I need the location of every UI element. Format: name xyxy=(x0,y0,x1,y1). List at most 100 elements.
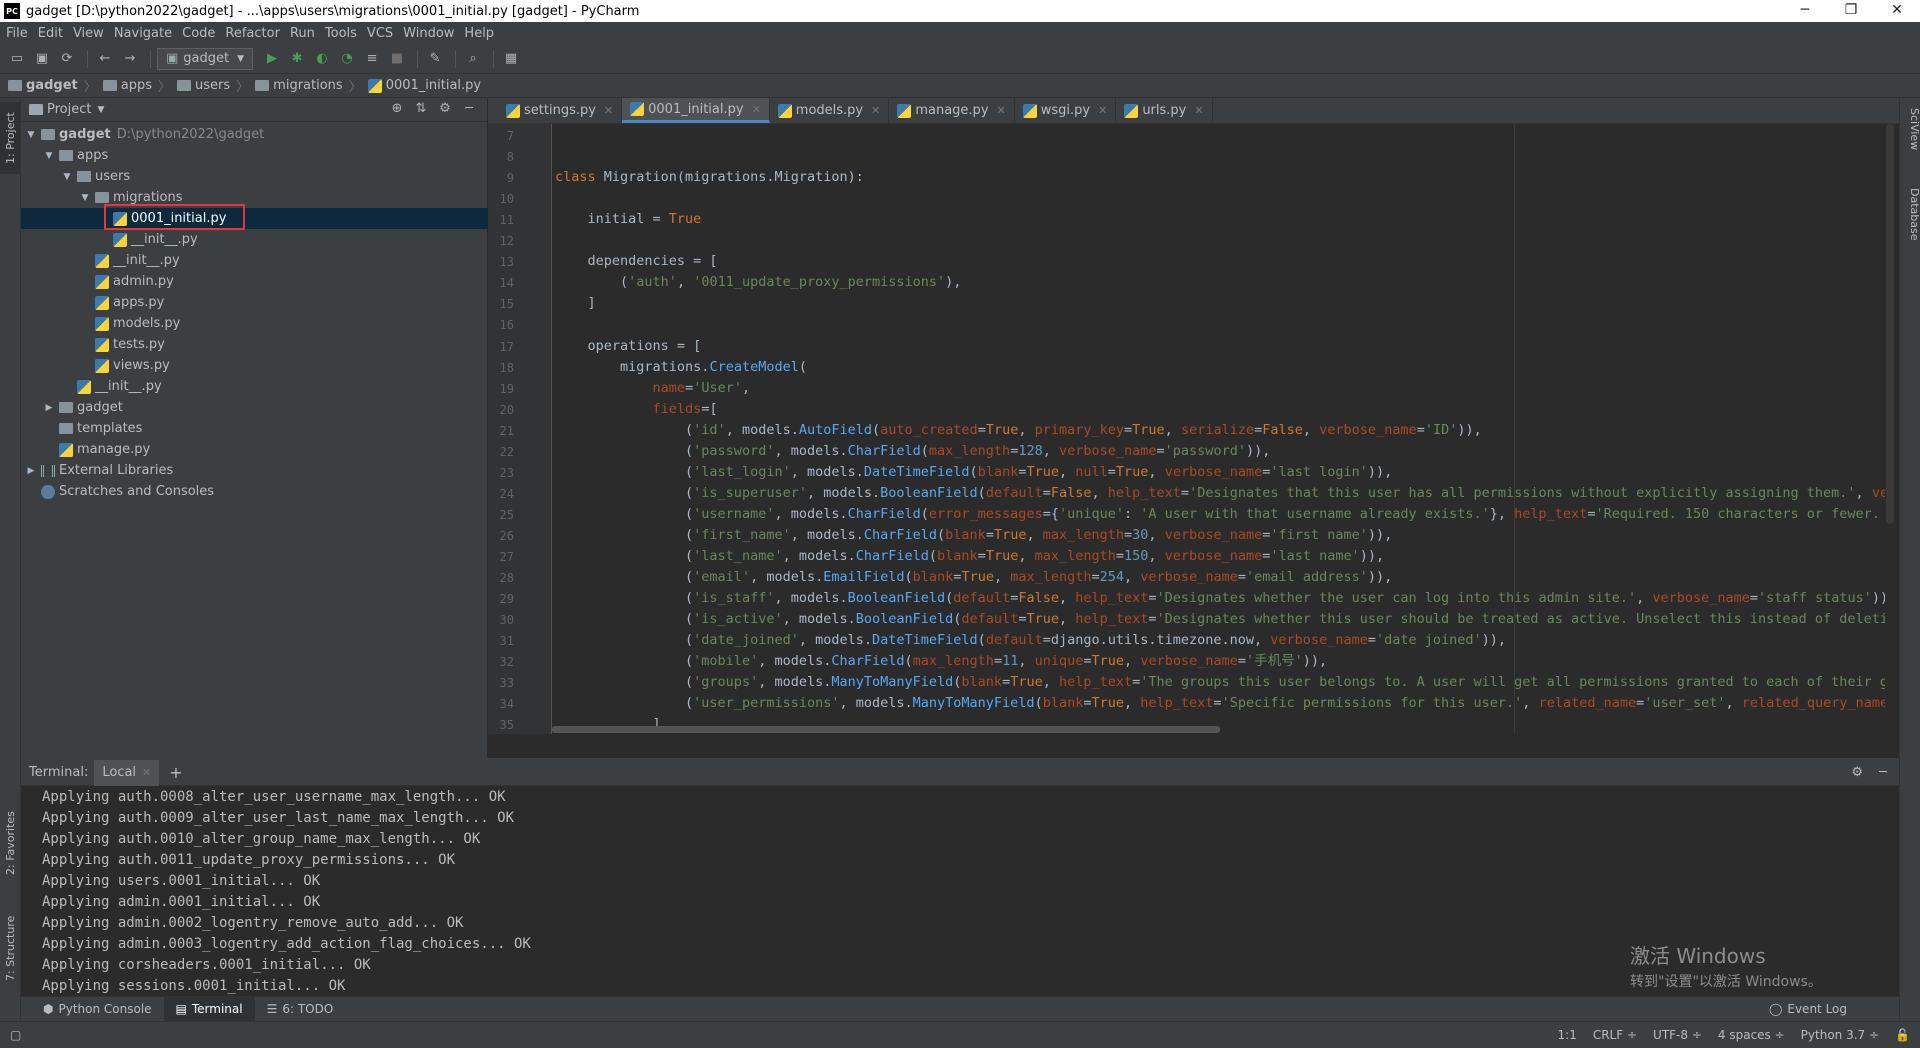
caret-position[interactable]: 1:1 xyxy=(1558,1028,1577,1042)
maximize-button[interactable]: ❐ xyxy=(1828,0,1874,22)
project-tool-tab[interactable]: 1: Project xyxy=(0,102,21,174)
code-line[interactable]: ('is_staff', models.BooleanField(default… xyxy=(555,588,1885,609)
tree-item[interactable]: ▼ migrations xyxy=(21,187,488,208)
close-button[interactable]: ✕ xyxy=(1874,0,1920,22)
menu-navigate[interactable]: Navigate xyxy=(114,26,172,41)
code-line[interactable]: migrations.CreateModel( xyxy=(555,357,1885,378)
coverage-icon[interactable]: ◐ xyxy=(311,48,333,70)
editor-tab[interactable]: urls.py ✕ xyxy=(1116,98,1213,123)
minimize-button[interactable]: ─ xyxy=(1782,0,1828,22)
debug-icon[interactable]: ✱ xyxy=(286,48,308,70)
code-line[interactable]: ] xyxy=(555,293,1885,314)
editor-tab[interactable]: 0001_initial.py ✕ xyxy=(622,98,770,123)
indent-setting[interactable]: 4 spaces ÷ xyxy=(1718,1028,1785,1042)
terminal-tab-local[interactable]: Local ✕ xyxy=(94,759,160,786)
tree-item[interactable]: __init__.py xyxy=(21,229,488,250)
menu-help[interactable]: Help xyxy=(464,26,494,41)
run-icon[interactable]: ▶ xyxy=(261,48,283,70)
tree-item[interactable]: __init__.py xyxy=(21,250,488,271)
code-line[interactable] xyxy=(555,314,1885,335)
editor-tab[interactable]: wsgi.py ✕ xyxy=(1015,98,1117,123)
tree-item[interactable]: Scratches and Consoles xyxy=(21,481,488,502)
code-line[interactable] xyxy=(555,146,1885,167)
code-line[interactable]: ('first_name', models.CharField(blank=Tr… xyxy=(555,525,1885,546)
code-line[interactable]: name='User', xyxy=(555,378,1885,399)
code-line[interactable]: ('last_name', models.CharField(blank=Tru… xyxy=(555,546,1885,567)
menu-vcs[interactable]: VCS xyxy=(367,26,393,41)
tree-item[interactable]: ▼ apps xyxy=(21,145,488,166)
expanded-arrow-icon[interactable]: ▼ xyxy=(25,130,37,140)
menu-refactor[interactable]: Refactor xyxy=(225,26,280,41)
collapsed-arrow-icon[interactable]: ▶ xyxy=(43,403,55,413)
code-line[interactable] xyxy=(555,188,1885,209)
close-icon[interactable]: ✕ xyxy=(752,103,761,116)
close-icon[interactable]: ✕ xyxy=(997,104,1006,117)
add-terminal-button[interactable]: + xyxy=(169,763,182,782)
sciview-tool-tab[interactable]: SciView xyxy=(1900,108,1920,178)
gear-icon[interactable]: ⚙ xyxy=(1851,765,1863,780)
search-icon[interactable]: ⌕ xyxy=(462,48,484,70)
expanded-arrow-icon[interactable]: ▼ xyxy=(61,172,73,182)
gear-icon[interactable]: ⚙ xyxy=(433,101,457,116)
close-icon[interactable]: ✕ xyxy=(871,104,880,117)
menu-edit[interactable]: Edit xyxy=(38,26,63,41)
horizontal-scrollbar[interactable] xyxy=(552,726,1220,733)
structure-tool-tab[interactable]: 7: Structure xyxy=(0,903,21,993)
line-separator[interactable]: CRLF ÷ xyxy=(1593,1028,1637,1042)
code-line[interactable]: ('username', models.CharField(error_mess… xyxy=(555,504,1885,525)
expanded-arrow-icon[interactable]: ▼ xyxy=(43,151,55,161)
expanded-arrow-icon[interactable]: ▼ xyxy=(79,193,91,203)
wrench-icon[interactable]: ✎ xyxy=(424,48,446,70)
tree-item[interactable]: ▼ users xyxy=(21,166,488,187)
code-line[interactable]: ('date_joined', models.DateTimeField(def… xyxy=(555,630,1885,651)
tree-item[interactable]: apps.py xyxy=(21,292,488,313)
event-log-tab[interactable]: ◯ Event Log xyxy=(1757,997,1859,1022)
sync-icon[interactable]: ⟳ xyxy=(56,48,78,70)
code-line[interactable]: ('mobile', models.CharField(max_length=1… xyxy=(555,651,1885,672)
tree-item[interactable]: tests.py xyxy=(21,334,488,355)
breadcrumb-migrations[interactable]: migrations xyxy=(255,78,343,93)
code-line[interactable]: ('last_login', models.DateTimeField(blan… xyxy=(555,462,1885,483)
code-line[interactable] xyxy=(555,230,1885,251)
open-folder-icon[interactable]: ▭ xyxy=(6,48,28,70)
close-icon[interactable]: ✕ xyxy=(604,104,613,117)
favorites-tool-tab[interactable]: 2: Favorites xyxy=(0,798,21,888)
tree-item[interactable]: models.py xyxy=(21,313,488,334)
close-icon[interactable]: ✕ xyxy=(1098,104,1107,117)
code-line[interactable]: ('id', models.AutoField(auto_created=Tru… xyxy=(555,420,1885,441)
python-console-tab[interactable]: ⬢ Python Console xyxy=(31,997,164,1022)
code-line[interactable]: ('auth', '0011_update_proxy_permissions'… xyxy=(555,272,1885,293)
breadcrumb-file[interactable]: 0001_initial.py xyxy=(367,78,481,93)
code-line[interactable]: ('is_active', models.BooleanField(defaul… xyxy=(555,609,1885,630)
collapse-all-icon[interactable]: ⇅ xyxy=(409,101,433,116)
chevron-down-icon[interactable]: ▼ xyxy=(97,105,104,115)
tree-item[interactable]: templates xyxy=(21,418,488,439)
editor-tab[interactable]: settings.py ✕ xyxy=(498,98,623,123)
tree-item[interactable]: ▼ gadget D:\python2022\gadget xyxy=(21,124,488,145)
vertical-scrollbar[interactable] xyxy=(1886,124,1894,524)
python-packages-icon[interactable]: ▦ xyxy=(500,48,522,70)
locate-icon[interactable]: ⊕ xyxy=(385,101,409,116)
python-interpreter[interactable]: Python 3.7 ÷ xyxy=(1801,1028,1879,1042)
file-encoding[interactable]: UTF-8 ÷ xyxy=(1653,1028,1702,1042)
code-line[interactable]: initial = True xyxy=(555,209,1885,230)
hide-icon[interactable]: ─ xyxy=(457,101,481,116)
code-line[interactable]: ('groups', models.ManyToManyField(blank=… xyxy=(555,672,1885,693)
save-all-icon[interactable]: ▣ xyxy=(31,48,53,70)
editor-tab[interactable]: manage.py ✕ xyxy=(889,98,1015,123)
breadcrumb-gadget[interactable]: gadget xyxy=(8,78,78,93)
lock-icon[interactable]: 🔓 xyxy=(1895,1028,1910,1042)
tree-item[interactable]: ▶ gadget xyxy=(21,397,488,418)
code-line[interactable]: class Migration(migrations.Migration): xyxy=(555,167,1885,188)
concurrency-icon[interactable]: ≡ xyxy=(361,48,383,70)
todo-tab[interactable]: ☰ 6: TODO xyxy=(255,997,346,1022)
close-icon[interactable]: ✕ xyxy=(142,766,151,779)
menu-window[interactable]: Window xyxy=(403,26,454,41)
stop-icon[interactable]: ■ xyxy=(386,48,408,70)
tree-item[interactable]: __init__.py xyxy=(21,376,488,397)
menu-code[interactable]: Code xyxy=(182,26,215,41)
terminal-tab[interactable]: ▤ Terminal xyxy=(163,996,255,1022)
code-line[interactable]: ('is_superuser', models.BooleanField(def… xyxy=(555,483,1885,504)
tree-item[interactable]: ▶ External Libraries xyxy=(21,460,488,481)
menu-tools[interactable]: Tools xyxy=(325,26,357,41)
